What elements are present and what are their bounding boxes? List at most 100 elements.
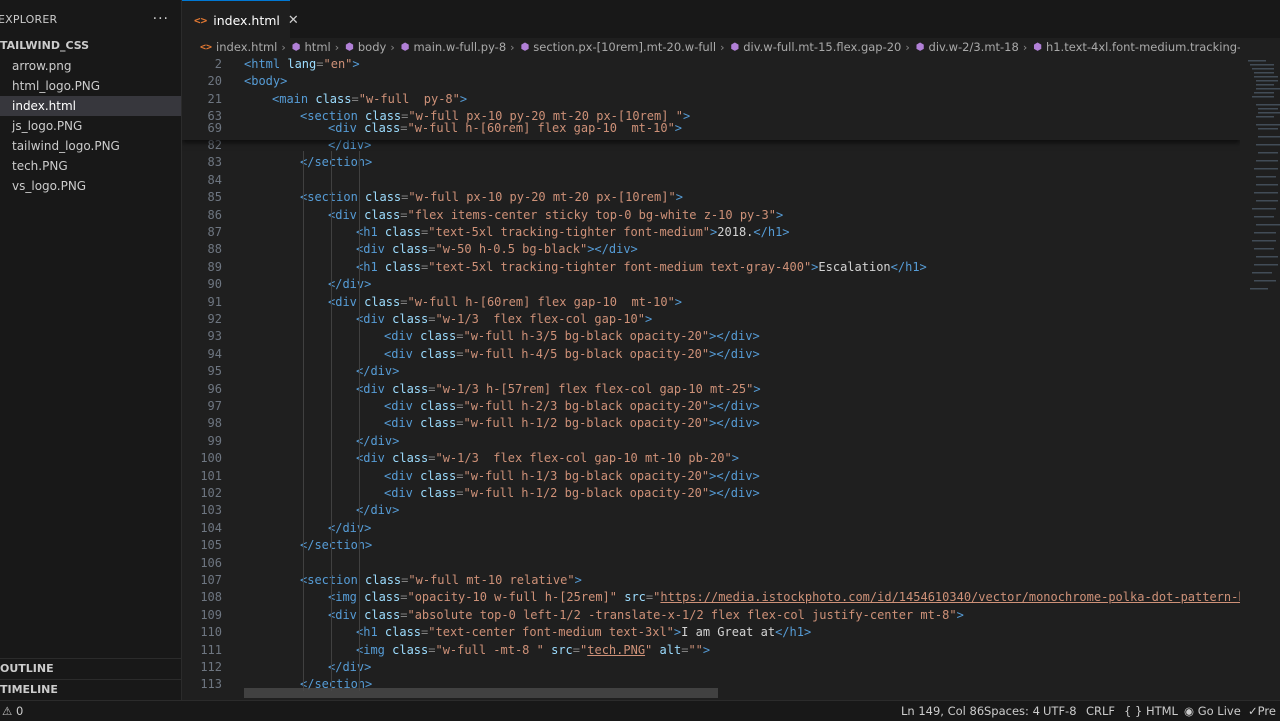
code-line[interactable]: 86 <div class="flex items-center sticky t…: [182, 207, 1240, 224]
code-line[interactable]: 20 <body>: [182, 73, 1240, 90]
line-number: 69: [207, 121, 222, 135]
code-line[interactable]: 87 <h1 class="text-5xl tracking-tighter f…: [182, 224, 1240, 241]
problems-indicator[interactable]: ⚠ 0: [2, 701, 23, 721]
code-token: </div>: [328, 138, 372, 152]
code-line[interactable]: 85 <section class="w-full px-10 py-20 mt-…: [182, 189, 1240, 206]
prettier-label: Pre: [1257, 704, 1276, 718]
code-token: "w-full h-2/3 bg-black opacity-20": [463, 399, 710, 413]
timeline-panel-header[interactable]: TIMELINE: [0, 679, 181, 700]
code-token: class: [364, 590, 401, 605]
workspace-folder[interactable]: TAILWIND_CSS: [0, 36, 181, 56]
code-line[interactable]: 94 <div class="w-full h-4/5 bg-black opac…: [182, 346, 1240, 363]
breadcrumb-item[interactable]: <> index.html ›: [182, 40, 286, 54]
code-line[interactable]: 108 <img class="opacity-10 w-full h-[25re…: [182, 589, 1240, 606]
cursor-position[interactable]: Ln 149, Col 86: [901, 701, 984, 721]
file-item[interactable]: html_logo.PNG: [0, 76, 181, 96]
code-line[interactable]: 83 </section>: [182, 154, 1240, 171]
code-token: "": [688, 642, 703, 657]
breadcrumb-item[interactable]: ⬢ html ›: [286, 40, 339, 54]
breadcrumb-item[interactable]: ⬢ main.w-full.py-8 ›: [395, 40, 515, 54]
code-line[interactable]: 101 <div class="w-full h-1/3 bg-black opa…: [182, 468, 1240, 485]
close-icon[interactable]: ✕: [288, 13, 299, 28]
code-token: <div: [384, 399, 421, 413]
file-item[interactable]: tech.PNG: [0, 156, 181, 176]
code-line[interactable]: 102 <div class="w-full h-1/2 bg-black opa…: [182, 485, 1240, 502]
code-line[interactable]: 91 <div class="w-full h-[60rem] flex gap-…: [182, 294, 1240, 311]
code-token: "w-full h-[60rem] flex gap-10 mt-10": [407, 121, 675, 135]
code-token: </div>: [356, 364, 400, 379]
file-item[interactable]: js_logo.PNG: [0, 116, 181, 136]
code-line[interactable]: 88 <div class="w-50 h-0.5 bg-black"></div…: [182, 241, 1240, 258]
code-line[interactable]: 99 </div>: [182, 433, 1240, 450]
code-line[interactable]: 109 <div class="absolute top-0 left-1/2 -…: [182, 607, 1240, 624]
sticky-scroll-header[interactable]: 2 <html lang="en"> 20 <body> 21 <main class="…: [182, 56, 1240, 140]
line-ending[interactable]: CRLF: [1086, 701, 1115, 721]
code-token: <main: [272, 91, 316, 106]
code-token: =: [572, 642, 581, 657]
encoding[interactable]: UTF-8: [1043, 701, 1077, 721]
line-number: 101: [200, 468, 222, 483]
code-token: <div: [384, 468, 421, 483]
breadcrumb-item[interactable]: ⬢ section.px-[10rem].mt-20.w-full ›: [515, 40, 725, 54]
code-line[interactable]: 104 </div>: [182, 520, 1240, 537]
code-line[interactable]: 112 </div>: [182, 659, 1240, 676]
breadcrumb-item[interactable]: ⬢ div.w-2/3.mt-18 ›: [910, 40, 1027, 54]
code-line[interactable]: 111 <img class="w-full -mt-8 " src="tech.…: [182, 642, 1240, 659]
breadcrumb-item[interactable]: ⬢h1.text-4xl.font-medium.tracking-tight: [1027, 40, 1240, 54]
code-text: </div>: [328, 659, 371, 676]
file-item[interactable]: tailwind_logo.PNG: [0, 136, 181, 156]
code-editor[interactable]: 2 <html lang="en"> 20 <body> 21 <main class="…: [182, 56, 1240, 700]
code-token: "w-50 h-0.5 bg-black": [435, 242, 588, 257]
code-line[interactable]: 97 <div class="w-full h-2/3 bg-black opac…: [182, 398, 1240, 415]
code-token: class: [420, 346, 457, 361]
code-line[interactable]: 105 </section>: [182, 537, 1240, 554]
code-line[interactable]: 95 </div>: [182, 363, 1240, 380]
code-token: ></div>: [709, 399, 760, 413]
indentation[interactable]: Spaces: 4: [984, 701, 1040, 721]
code-line[interactable]: 103 </div>: [182, 502, 1240, 519]
code-line[interactable]: 110 <h1 class="text-center font-medium te…: [182, 624, 1240, 641]
tab-index-html[interactable]: <> index.html ✕: [182, 0, 299, 39]
language-mode[interactable]: { } HTML: [1124, 701, 1178, 721]
code-token: </div>: [356, 433, 400, 448]
code-token: src: [624, 590, 646, 605]
code-line[interactable]: 84: [182, 172, 1240, 189]
file-item[interactable]: arrow.png: [0, 56, 181, 76]
file-item[interactable]: index.html: [0, 96, 181, 116]
go-live-button[interactable]: ◉ Go Live: [1184, 701, 1241, 721]
code-line[interactable]: 106: [182, 555, 1240, 572]
file-item[interactable]: vs_logo.PNG: [0, 176, 181, 196]
code-line[interactable]: 92 <div class="w-1/3 flex flex-col gap-10…: [182, 311, 1240, 328]
code-line[interactable]: 96 <div class="w-1/3 h-[57rem] flex flex-…: [182, 381, 1240, 398]
code-token: </h1>: [775, 625, 812, 640]
code-line[interactable]: 107 <section class="w-full mt-10 relative…: [182, 572, 1240, 589]
code-line[interactable]: 100 <div class="w-1/3 flex flex-col gap-1…: [182, 450, 1240, 467]
code-token: <div: [328, 121, 365, 135]
code-line[interactable]: 89 <h1 class="text-5xl tracking-tighter f…: [182, 259, 1240, 276]
code-token: class: [315, 91, 352, 106]
code-line[interactable]: 98 <div class="w-full h-1/2 bg-black opac…: [182, 415, 1240, 432]
code-token: class: [384, 625, 422, 640]
code-line[interactable]: 69 <div class="w-full h-[60rem] flex gap-…: [182, 120, 1240, 137]
explorer-title: EXPLORER: [0, 12, 58, 26]
code-line[interactable]: 90 </div>: [182, 276, 1240, 293]
outline-panel-header[interactable]: OUTLINE: [0, 658, 181, 679]
breadcrumb-item[interactable]: ⬢ body ›: [339, 40, 395, 54]
code-token: "w-full h-[60rem] flex gap-10 mt-10": [407, 294, 675, 309]
code-text: <html lang="en">: [244, 56, 360, 73]
element-icon: ⬢: [291, 41, 301, 53]
line-number: 90: [207, 277, 222, 292]
code-token: "text-center font-medium text-3xl": [428, 625, 674, 640]
code-line[interactable]: 93 <div class="w-full h-3/5 bg-black opac…: [182, 328, 1240, 345]
prettier-button[interactable]: ✓Pre: [1248, 701, 1276, 721]
breadcrumb-item[interactable]: ⬢ div.w-full.mt-15.flex.gap-20 ›: [724, 40, 909, 54]
code-line[interactable]: 2 <html lang="en">: [182, 56, 1240, 73]
code-token: ></div>: [709, 329, 760, 344]
code-line[interactable]: 21 <main class="w-full py-8">: [182, 91, 1240, 108]
code-text: </div>: [356, 363, 399, 380]
minimap[interactable]: [1240, 56, 1280, 700]
line-number: 97: [207, 399, 222, 413]
ellipsis-icon[interactable]: ···: [153, 11, 169, 27]
problems-count: 0: [15, 704, 24, 718]
horizontal-scrollbar[interactable]: [244, 688, 718, 698]
